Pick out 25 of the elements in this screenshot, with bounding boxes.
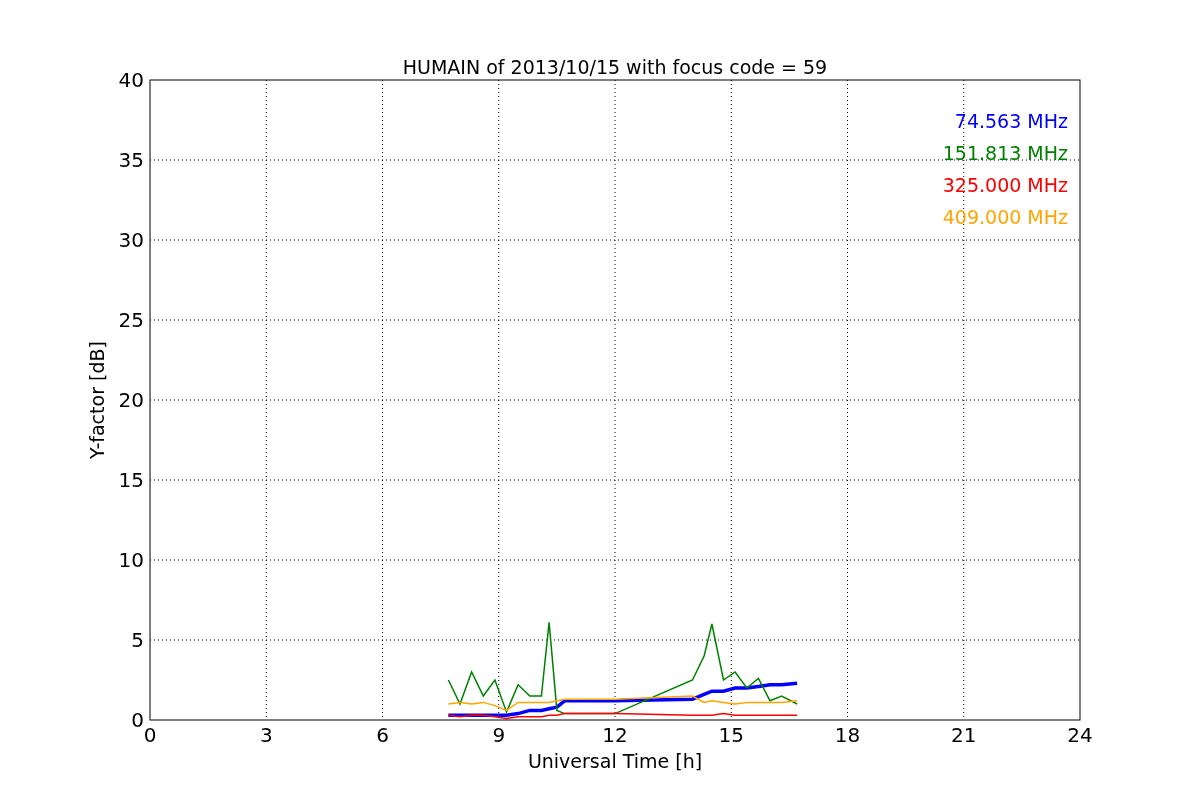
x-tick-label: 18 [834, 723, 861, 747]
y-tick-label: 5 [131, 628, 144, 652]
x-tick-label: 15 [718, 723, 744, 747]
y-tick-label: 40 [118, 68, 144, 92]
y-tick-label: 35 [118, 148, 144, 172]
legend-entry: 325.000 MHz [942, 174, 1068, 196]
x-tick-label: 0 [143, 723, 157, 747]
y-tick-label: 25 [118, 308, 144, 332]
legend-entry: 151.813 MHz [942, 142, 1068, 164]
y-tick-label: 10 [118, 548, 144, 572]
y-tick-label: 20 [118, 388, 144, 412]
y-axis-label: Y-factor [dB] [86, 341, 108, 459]
chart-title: HUMAIN of 2013/10/15 with focus code = 59 [402, 56, 828, 78]
x-tick-label: 6 [376, 723, 389, 747]
legend-entry: 74.563 MHz [954, 110, 1068, 132]
x-tick-label: 9 [492, 723, 506, 747]
x-tick-label: 12 [602, 723, 628, 747]
legend-entry: 409.000 MHz [942, 206, 1068, 228]
y-tick-label: 15 [118, 468, 144, 492]
y-tick-label: 30 [118, 228, 144, 252]
x-tick-label: 24 [1067, 723, 1093, 747]
x-axis-label: Universal Time [h] [527, 750, 703, 772]
x-tick-label: 3 [259, 723, 273, 747]
y-tick-label: 0 [131, 708, 144, 732]
x-tick-label: 21 [951, 723, 977, 747]
